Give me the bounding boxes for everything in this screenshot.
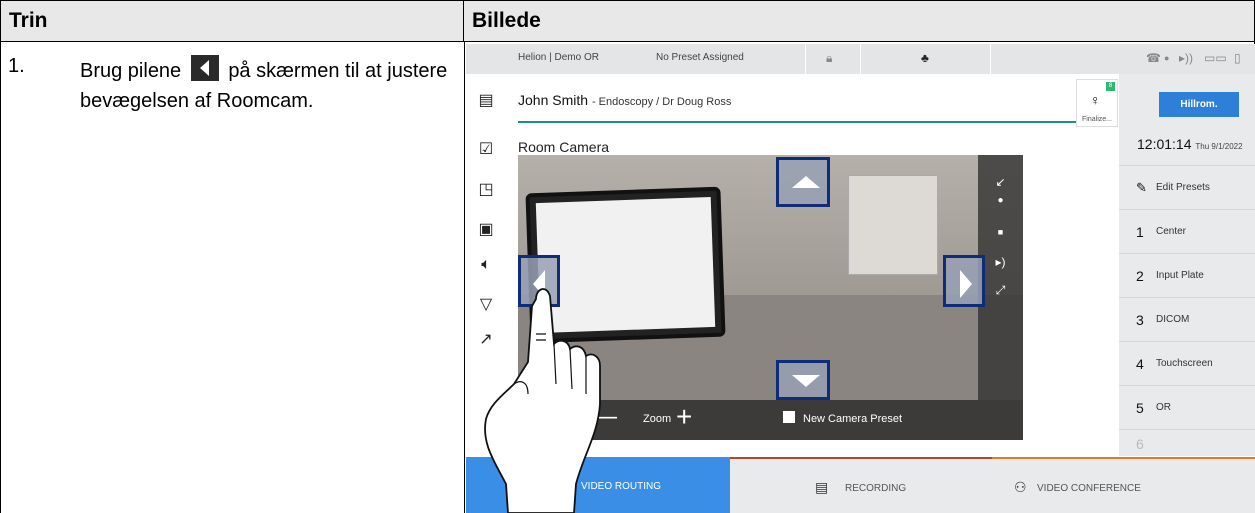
pencil-icon: ✎ xyxy=(1136,180,1147,195)
display-icon[interactable]: ▣ xyxy=(476,219,496,239)
preset-number: 2 xyxy=(1136,268,1144,284)
battery-icon: ▯ xyxy=(1234,51,1241,65)
lock-icon[interactable]: 🔒︎ xyxy=(826,51,832,66)
patient-card-icon[interactable]: ▤ xyxy=(476,90,496,110)
pan-right-button[interactable] xyxy=(943,255,985,307)
pan-up-button[interactable] xyxy=(776,157,830,207)
preset-number: 3 xyxy=(1136,312,1144,328)
header-step-label: Trin xyxy=(9,9,48,32)
person-icon[interactable]: ♣ xyxy=(921,51,929,65)
surgical-light-icon[interactable]: ▽ xyxy=(476,294,496,314)
clock-date: Thu 9/1/2022 xyxy=(1195,142,1243,151)
arrow-down-icon xyxy=(792,375,820,387)
glasses-icon: ▭▭ xyxy=(1204,51,1227,65)
clock: 12:01:14 Thu 9/1/2022 xyxy=(1137,136,1243,152)
table-border-middle xyxy=(464,42,465,513)
left-arrow-icon xyxy=(190,55,219,81)
user-check-icon: ♀ xyxy=(1090,92,1101,108)
broadcast-icon: ▸)) xyxy=(1179,51,1194,65)
preset-label: DICOM xyxy=(1156,314,1190,325)
snapshot-icon[interactable]: ↙ xyxy=(978,175,1023,189)
new-camera-preset-button[interactable]: New Camera Preset xyxy=(803,413,902,425)
finalize-button[interactable]: 8 ♀ Finalize... xyxy=(1076,79,1118,127)
arrow-up-icon xyxy=(792,176,820,188)
bottom-tab-bar: ▭ VIDEO ROUTING ▤ RECORDING ⚇ VIDEO CONF… xyxy=(466,457,1255,513)
tab-video-routing[interactable]: ▭ VIDEO ROUTING xyxy=(466,457,730,513)
patient-name: John Smith xyxy=(518,92,589,108)
brand-logo: Hillrom. xyxy=(1159,92,1239,117)
preset-number: 5 xyxy=(1136,400,1144,416)
preset-item-5[interactable]: 5 OR xyxy=(1119,385,1255,429)
tab-label: RECORDING xyxy=(845,483,907,494)
camera-icon[interactable]: ■ xyxy=(978,227,1023,237)
save-icon xyxy=(783,411,795,423)
tab-recording[interactable]: ▤ RECORDING xyxy=(730,457,992,513)
preset-status: No Preset Assigned xyxy=(656,52,744,63)
preset-number: 1 xyxy=(1136,224,1144,240)
preset-number: 6 xyxy=(1136,436,1144,452)
preset-label: Center xyxy=(1156,226,1187,237)
table-border-left xyxy=(0,42,1,513)
conference-icon: ⚇ xyxy=(1014,479,1027,495)
pan-down-button[interactable] xyxy=(776,360,830,400)
zoom-out-button[interactable]: — xyxy=(593,405,617,429)
tablet-screen xyxy=(535,196,716,334)
camera-view[interactable]: ↙ ● ■ ▸) ⤢ — Zoom + New Camera Preset xyxy=(518,155,1023,440)
camera-pan-icon[interactable]: ↗ xyxy=(476,329,496,349)
preset-item-1[interactable]: 1 Center xyxy=(1119,209,1255,253)
arrow-left-icon xyxy=(533,270,545,298)
preset-label: OR xyxy=(1156,402,1171,413)
tab-video-conference[interactable]: ⚇ VIDEO CONFERENCE xyxy=(992,457,1255,513)
preset-number: 4 xyxy=(1136,356,1144,372)
tab-label: VIDEO CONFERENCE xyxy=(1037,483,1141,494)
arrow-right-icon xyxy=(960,270,972,298)
edit-presets-label: Edit Presets xyxy=(1156,182,1210,193)
edit-presets-button[interactable]: ✎ Edit Presets xyxy=(1119,165,1255,209)
zoom-in-button[interactable]: + xyxy=(676,403,692,431)
checklist-icon[interactable]: ☑ xyxy=(476,139,496,159)
zoom-label: Zoom xyxy=(643,413,672,425)
preset-item-3[interactable]: 3 DICOM xyxy=(1119,297,1255,341)
location-label: Helion | Demo OR xyxy=(518,52,599,63)
layout-icon[interactable]: ◳ xyxy=(476,179,496,199)
clock-time: 12:01:14 xyxy=(1137,136,1192,152)
preset-item-4[interactable]: 4 Touchscreen xyxy=(1119,341,1255,385)
patient-details: - Endoscopy / Dr Doug Ross xyxy=(591,96,732,108)
header-image: Billede xyxy=(464,0,1255,42)
monitor-icon: ▭ xyxy=(561,477,575,493)
camera-equipment xyxy=(848,175,938,275)
header-divider xyxy=(518,121,1094,123)
record-icon[interactable]: ● xyxy=(978,195,1023,206)
status-bar: Helion | Demo OR No Preset Assigned 🔒︎ ♣… xyxy=(466,44,1255,74)
preset-item-6: 6 xyxy=(1119,429,1255,457)
tab-label: VIDEO ROUTING xyxy=(581,481,662,492)
ui-screenshot: Helion | Demo OR No Preset Assigned 🔒︎ ♣… xyxy=(466,44,1255,513)
header-step: Trin xyxy=(0,0,464,42)
recorder-icon: ▤ xyxy=(815,479,829,495)
speaker-icon[interactable]: 🔈︎ xyxy=(476,256,496,276)
phone-icon[interactable]: ☎ xyxy=(1146,51,1161,65)
preset-item-2[interactable]: 2 Input Plate xyxy=(1119,253,1255,297)
camera-title: Room Camera xyxy=(518,139,610,155)
preset-label: Input Plate xyxy=(1156,270,1204,281)
pan-left-button[interactable] xyxy=(518,255,560,307)
finalize-label: Finalize... xyxy=(1082,116,1112,123)
patient-header: John Smith - Endoscopy / Dr Doug Ross xyxy=(518,92,731,108)
step-text-before: Brug pilene xyxy=(80,60,182,82)
record-dot-icon: ● xyxy=(1164,53,1170,63)
preset-label: Touchscreen xyxy=(1156,358,1213,369)
step-instruction: Brug pilene på skærmen til at justere be… xyxy=(80,55,455,116)
header-image-label: Billede xyxy=(472,9,541,32)
step-number: 1. xyxy=(8,55,25,77)
finalize-badge: 8 xyxy=(1106,82,1115,91)
